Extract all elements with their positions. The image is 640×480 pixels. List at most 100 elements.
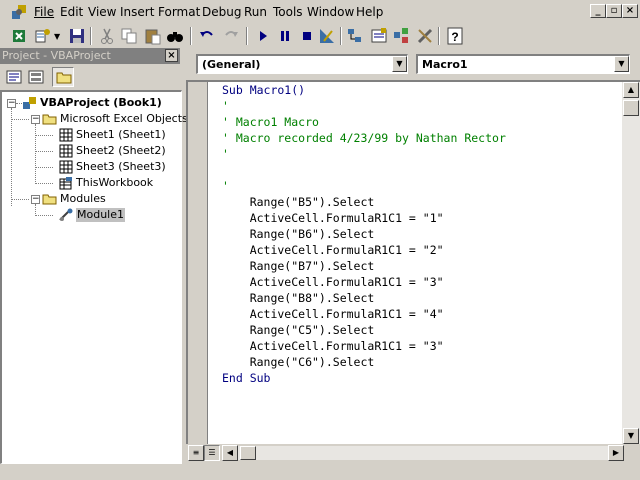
module-icon xyxy=(59,208,73,221)
full-module-view-button[interactable]: ☰ xyxy=(204,445,220,461)
run-icon[interactable] xyxy=(254,27,272,45)
collapse-toggle[interactable]: − xyxy=(31,115,40,124)
folder-open-icon xyxy=(42,194,57,205)
menu-help[interactable]: Help xyxy=(356,5,383,19)
code-line[interactable]: Range("C6").Select xyxy=(222,354,375,370)
break-icon[interactable] xyxy=(276,27,294,45)
menu-bar: File Edit View Insert Format Debug Run T… xyxy=(0,0,640,24)
worksheet-icon xyxy=(59,144,73,158)
tree-item-sheet2[interactable]: Sheet2 (Sheet2) xyxy=(58,144,178,158)
vertical-scrollbar[interactable]: ▲ ▼ xyxy=(622,82,640,444)
toolbox-icon[interactable] xyxy=(416,27,434,45)
menu-edit[interactable]: Edit xyxy=(60,5,83,19)
code-line[interactable]: Range("B7").Select xyxy=(222,258,375,274)
tree-connector xyxy=(35,183,53,184)
tree-item-module1[interactable]: Module1 xyxy=(58,208,128,222)
vba-icon[interactable] xyxy=(10,3,28,21)
code-line[interactable]: Range("B8").Select xyxy=(222,290,375,306)
collapse-toggle[interactable]: − xyxy=(7,99,16,108)
scroll-thumb[interactable] xyxy=(623,100,639,116)
menu-run[interactable]: Run xyxy=(244,5,267,19)
folder-open-icon xyxy=(42,114,57,125)
toggle-folders-button[interactable] xyxy=(52,67,74,87)
object-browser-icon[interactable] xyxy=(392,27,410,45)
code-line[interactable]: Range("C5").Select xyxy=(222,322,375,338)
paste-icon[interactable] xyxy=(144,27,162,45)
reset-icon[interactable] xyxy=(298,27,316,45)
scroll-down-button[interactable]: ▼ xyxy=(623,428,639,444)
menu-file[interactable]: File xyxy=(34,5,54,19)
code-line[interactable]: ActiveCell.FormulaR1C1 = "3" xyxy=(222,274,444,290)
horizontal-scroll-track[interactable] xyxy=(238,446,608,460)
tree-item-excel-objects[interactable]: Microsoft Excel Objects xyxy=(42,112,188,126)
menu-file-label: File xyxy=(34,5,55,19)
code-line[interactable]: End Sub xyxy=(222,370,270,386)
cut-icon[interactable] xyxy=(98,27,116,45)
chevron-down-icon[interactable]: ▼ xyxy=(54,32,60,41)
code-line[interactable]: ' Macro recorded 4/23/99 by Nathan Recto… xyxy=(222,130,506,146)
excel-icon[interactable] xyxy=(10,27,28,45)
tree-label: Microsoft Excel Objects xyxy=(60,112,188,125)
code-line[interactable]: Sub Macro1() xyxy=(222,82,305,98)
tree-item-sheet1[interactable]: Sheet1 (Sheet1) xyxy=(58,128,178,142)
code-line[interactable]: ActiveCell.FormulaR1C1 = "4" xyxy=(222,306,444,322)
object-combo-value: (General) xyxy=(202,58,261,71)
scroll-up-button[interactable]: ▲ xyxy=(623,82,639,98)
help-icon[interactable]: ? xyxy=(446,27,464,45)
procedure-combo[interactable]: Macro1 ▼ xyxy=(416,54,630,74)
menu-insert[interactable]: Insert xyxy=(120,5,154,19)
code-line[interactable]: Range("B5").Select xyxy=(222,194,375,210)
code-line[interactable]: ' xyxy=(222,178,229,194)
chevron-down-icon[interactable]: ▼ xyxy=(392,56,407,72)
properties-icon[interactable] xyxy=(370,27,388,45)
code-line[interactable]: ActiveCell.FormulaR1C1 = "3" xyxy=(222,338,444,354)
code-line[interactable]: Range("B6").Select xyxy=(222,226,375,242)
tree-connector xyxy=(35,151,53,152)
restore-button[interactable]: ▫ xyxy=(606,4,622,18)
close-icon[interactable]: × xyxy=(165,49,178,62)
svg-text:?: ? xyxy=(451,30,458,44)
menu-insert-label: Insert xyxy=(120,5,155,19)
copy-icon[interactable] xyxy=(120,27,138,45)
margin-indicator-bar[interactable] xyxy=(188,82,208,444)
menu-debug[interactable]: Debug xyxy=(202,5,241,19)
scroll-right-button[interactable]: ▶ xyxy=(608,445,624,461)
scroll-thumb[interactable] xyxy=(240,446,256,460)
menu-window[interactable]: Window xyxy=(307,5,354,19)
code-line[interactable]: ' xyxy=(222,98,229,114)
bottom-strip xyxy=(0,464,640,480)
design-mode-icon[interactable] xyxy=(318,27,336,45)
view-code-icon[interactable] xyxy=(6,69,22,85)
code-line[interactable]: ActiveCell.FormulaR1C1 = "1" xyxy=(222,210,444,226)
project-explorer-icon[interactable] xyxy=(346,27,364,45)
find-icon[interactable] xyxy=(166,27,184,45)
menu-view[interactable]: View xyxy=(88,5,116,19)
tree-item-sheet3[interactable]: Sheet3 (Sheet3) xyxy=(58,160,178,174)
code-line[interactable]: ActiveCell.FormulaR1C1 = "2" xyxy=(222,242,444,258)
redo-icon[interactable] xyxy=(222,27,240,45)
minimize-button[interactable]: _ xyxy=(590,4,606,18)
view-object-icon[interactable] xyxy=(28,69,44,85)
code-line[interactable]: ' xyxy=(222,146,229,162)
toolbar-separator xyxy=(340,27,342,45)
undo-icon[interactable] xyxy=(198,27,216,45)
save-icon[interactable] xyxy=(68,27,86,45)
collapse-toggle[interactable]: − xyxy=(31,195,40,204)
tree-item-modules[interactable]: Modules xyxy=(42,192,162,206)
scroll-left-button[interactable]: ◀ xyxy=(222,445,238,461)
menu-tools[interactable]: Tools xyxy=(273,5,303,19)
insert-module-icon[interactable] xyxy=(34,27,52,45)
menu-format[interactable]: Format xyxy=(158,5,200,19)
close-button[interactable]: × xyxy=(622,4,638,18)
procedure-view-button[interactable]: ≡ xyxy=(188,445,204,461)
chevron-down-icon[interactable]: ▼ xyxy=(614,56,629,72)
tree-item-thisworkbook[interactable]: ThisWorkbook xyxy=(58,176,178,190)
menu-tools-label: Tools xyxy=(273,5,303,19)
standard-toolbar: ▼ ? xyxy=(0,24,640,48)
code-line[interactable]: ' Macro1 Macro xyxy=(222,114,319,130)
toolbar-separator xyxy=(438,27,440,45)
project-pane-toolbar xyxy=(0,64,180,90)
object-combo[interactable]: (General) ▼ xyxy=(196,54,408,74)
project-tree: − VBAProject (Book1) − Microsoft Excel O… xyxy=(0,90,188,464)
tree-item-vbaproject[interactable]: VBAProject (Book1) xyxy=(22,96,172,110)
